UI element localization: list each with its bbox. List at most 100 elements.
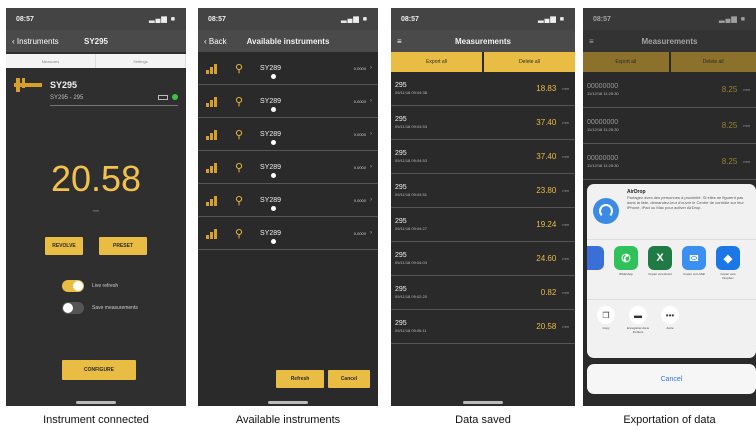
measurement-value: 20.58: [536, 322, 557, 331]
measurement-timestamp: 09/11/18 09:06:11: [395, 328, 427, 333]
measurement-id: 00000000: [587, 83, 619, 90]
instrument-row[interactable]: ⚲ SY289 0.0000 ›: [198, 217, 378, 250]
measurement-row[interactable]: 295 09/11/18 09:02:20 0.82 mm: [391, 276, 575, 310]
instrument-row[interactable]: ⚲ SY289 0.0000 ›: [198, 52, 378, 85]
measurement-timestamp: 11/12/18 11:25:30: [587, 91, 619, 96]
share-action-label: Autre: [666, 326, 674, 330]
menu-icon[interactable]: ≡: [589, 37, 594, 46]
measurement-row[interactable]: 295 09/11/18 09:04:53 37.40 mm: [391, 106, 575, 140]
action-buttons: REVOLVE PRESET: [6, 237, 186, 255]
share-action[interactable]: ▬ Enregistrer dans Fichiers: [627, 306, 649, 334]
instrument-name: SY289: [260, 97, 300, 112]
measurement-info: 295 09/11/18 09:02:20: [395, 286, 427, 299]
share-action-label: Enregistrer dans Fichiers: [627, 326, 650, 334]
measurement-row[interactable]: 295 09/11/18 09:04:51 23.80 mm: [391, 174, 575, 208]
chevron-right-icon: ›: [370, 65, 372, 71]
status-bar: 08:57 ▂▄▆ ■: [198, 8, 378, 30]
page-title: Measurements: [454, 36, 512, 46]
measurement-row[interactable]: 295 09/11/18 09:06:11 20.58 mm: [391, 310, 575, 344]
signal-strength-icon: [206, 128, 220, 140]
measurement-id: 295: [395, 286, 407, 293]
measurement-unit: mm: [562, 86, 569, 91]
instrument-value: 0.0000: [353, 197, 366, 203]
revolve-button[interactable]: REVOLVE: [45, 237, 83, 255]
save-measurements-switch[interactable]: [62, 302, 84, 314]
share-app-icon: [587, 246, 604, 270]
share-app-label: Copier vers Excel: [648, 272, 672, 276]
export-all-button[interactable]: Export all: [391, 52, 482, 72]
bluetooth-indicator-icon: [271, 73, 276, 79]
share-app[interactable]: X Copier vers Excel: [647, 246, 673, 299]
measurement-row[interactable]: 00000000 11/12/18 11:25:30 8.25 mm: [583, 72, 756, 108]
measurement-timestamp: 09/11/18 09:04:53: [395, 158, 427, 163]
instrument-row[interactable]: ⚲ SY289 0.0000 ›: [198, 118, 378, 151]
instrument-name-text: SY289: [260, 97, 282, 105]
share-action[interactable]: ❐ Copy: [595, 306, 617, 334]
home-indicator: [76, 401, 116, 404]
save-measurements-toggle-row: Save measurements: [62, 297, 186, 319]
segment-settings[interactable]: Settings: [96, 54, 186, 68]
share-cancel-button[interactable]: Cancel: [587, 364, 756, 394]
measurement-value: 8.25: [721, 157, 738, 166]
measurement-row[interactable]: 00000000 11/12/18 11:25:30 8.25 mm: [583, 108, 756, 144]
instrument-value: 0.0000: [353, 98, 366, 104]
airdrop-description: AirDrop Partagez avec des personnes à pr…: [627, 190, 750, 233]
delete-all-button[interactable]: Delete all: [670, 52, 756, 72]
measurement-row[interactable]: 295 09/11/18 09:04:53 37.40 mm: [391, 140, 575, 174]
preset-button[interactable]: PRESET: [99, 237, 147, 255]
measurement-value: 19.24: [536, 220, 557, 229]
measurement-row[interactable]: 295 09/11/18 09:04:27 19.24 mm: [391, 208, 575, 242]
measurement-info: 295 09/11/18 09:04:53: [395, 150, 427, 163]
measurements-header: Export all Delete all: [391, 52, 575, 72]
instrument-row[interactable]: ⚲ SY289 0.0000 ›: [198, 151, 378, 184]
configure-button[interactable]: CONFIGURE: [62, 360, 136, 380]
share-app[interactable]: ✆ WhatsApp: [613, 246, 639, 299]
home-indicator: [463, 401, 503, 404]
live-refresh-switch[interactable]: [62, 280, 84, 292]
measurement-unit: mm: [562, 256, 569, 261]
instrument-list: ⚲ SY289 0.0000 › ⚲ SY289 0.0000 › ⚲ SY289 0.0000 › ⚲…: [198, 52, 378, 250]
bluetooth-indicator-icon: [271, 205, 276, 211]
airdrop-section[interactable]: AirDrop Partagez avec des personnes à pr…: [587, 184, 756, 240]
signal-strength-icon: [206, 95, 220, 107]
status-time: 08:57: [16, 15, 34, 23]
share-action[interactable]: ••• Autre: [659, 306, 681, 334]
measurement-value: 18.83: [536, 84, 557, 93]
instrument-value: 0.0000: [353, 230, 366, 236]
share-app[interactable]: ✉ Copier vers Mail: [681, 246, 707, 299]
share-app-icon: ✉: [682, 246, 706, 270]
instrument-value: 0.0000: [353, 131, 366, 137]
share-app[interactable]: [587, 246, 605, 299]
segment-measures[interactable]: Measures: [6, 54, 96, 68]
instrument-row[interactable]: ⚲ SY289 0.0000 ›: [198, 184, 378, 217]
back-button[interactable]: ‹ Instruments: [12, 37, 59, 46]
measurement-info: 00000000 11/12/18 11:25:30: [587, 155, 619, 168]
delete-all-button[interactable]: Delete all: [484, 52, 575, 72]
back-button[interactable]: ‹ Back: [204, 37, 227, 46]
measurement-id: 00000000: [587, 155, 619, 162]
refresh-button[interactable]: Refresh: [276, 370, 324, 388]
status-bar: 08:57 ▂▄▆ ■: [391, 8, 575, 30]
instrument-value: 0.0000: [353, 164, 366, 170]
measurement-row[interactable]: 295 09/11/18 09:04:38 18.83 mm: [391, 72, 575, 106]
menu-icon[interactable]: ≡: [397, 37, 402, 46]
instrument-row[interactable]: ⚲ SY289 0.0000 ›: [198, 85, 378, 118]
caption-exportation: Exportation of data: [623, 414, 716, 426]
share-app[interactable]: ◆ Copier vers Dropbox: [715, 246, 741, 299]
bottom-buttons: Refresh Cancel: [276, 370, 370, 388]
signal-strength-icon: [206, 161, 220, 173]
measurement-row[interactable]: 295 09/11/18 09:04:03 24.60 mm: [391, 242, 575, 276]
save-measurements-label: Save measurements: [92, 305, 138, 311]
location-pin-icon: ⚲: [234, 62, 244, 75]
export-all-button[interactable]: Export all: [583, 52, 669, 72]
bluetooth-indicator-icon: [271, 172, 276, 178]
measurement-info: 00000000 11/12/18 11:25:30: [587, 83, 619, 96]
instrument-name: SY289: [260, 230, 300, 244]
measurement-unit: mm: [743, 159, 750, 164]
status-time: 08:57: [208, 15, 226, 23]
share-app-label: Copier vers Dropbox: [720, 272, 736, 280]
measurement-row[interactable]: 00000000 11/12/18 11:25:30 8.25 mm: [583, 144, 756, 180]
cancel-button[interactable]: Cancel: [328, 370, 370, 388]
measurement-timestamp: 09/11/18 09:04:27: [395, 226, 427, 231]
measurement-timestamp: 09/11/18 09:02:20: [395, 294, 427, 299]
